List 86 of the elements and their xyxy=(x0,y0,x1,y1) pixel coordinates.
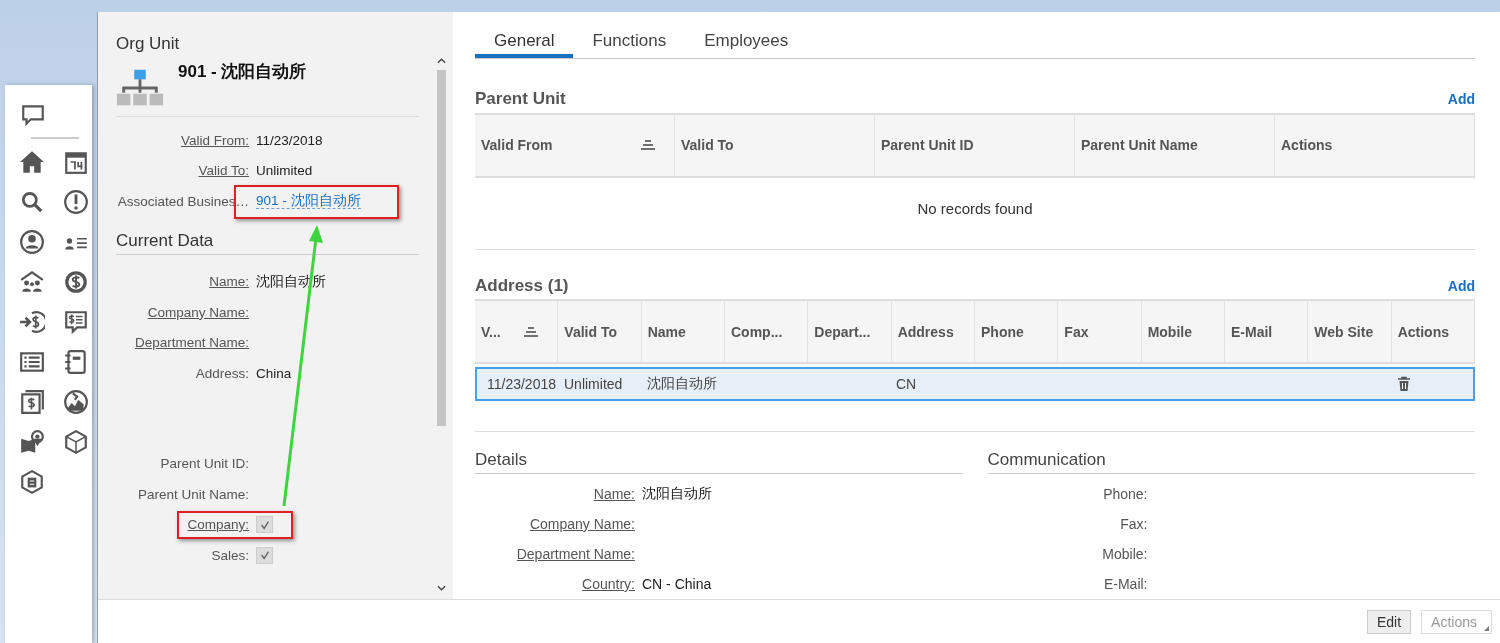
column-header[interactable]: Valid To xyxy=(675,114,875,176)
person-icon[interactable] xyxy=(19,229,45,255)
column-header[interactable]: Parent Unit ID xyxy=(875,114,1075,176)
chat-icon[interactable] xyxy=(20,102,46,128)
arrow-dollar-icon[interactable] xyxy=(19,309,45,335)
cube-document-icon[interactable] xyxy=(19,469,45,495)
dollar-coin-icon[interactable] xyxy=(63,269,89,295)
tab[interactable]: Employees xyxy=(685,24,808,58)
map-pin-icon[interactable] xyxy=(19,429,45,455)
cube-icon[interactable] xyxy=(63,429,89,455)
field-label[interactable]: Valid From: xyxy=(116,132,249,148)
dollar-note-icon[interactable] xyxy=(63,309,89,335)
field-label: Mobile: xyxy=(1101,546,1148,562)
column-header[interactable]: Web Site xyxy=(1308,301,1392,363)
field-label[interactable]: Company: xyxy=(116,517,249,533)
delete-icon[interactable] xyxy=(1396,376,1412,393)
field-label: E-Mail: xyxy=(1102,576,1148,592)
column-header[interactable]: Actions xyxy=(1391,301,1475,363)
column-header[interactable]: Depart... xyxy=(808,301,892,363)
org-chart-icon xyxy=(116,68,164,108)
column-header[interactable]: Address xyxy=(891,301,975,363)
scroll-up-icon[interactable] xyxy=(436,58,446,64)
column-header[interactable]: Fax xyxy=(1058,301,1142,363)
column-header[interactable]: Mobile xyxy=(1141,301,1225,363)
panel-title: Org Unit xyxy=(116,34,181,54)
field-label[interactable]: Name: xyxy=(475,486,635,502)
business-link[interactable]: 901 - 沈阳自动所 xyxy=(256,193,361,210)
column-header[interactable]: V... xyxy=(475,301,559,363)
field-value: CN - China xyxy=(642,576,712,592)
sort-icon[interactable] xyxy=(640,140,656,151)
table-cell: 11/23/2018 xyxy=(486,376,556,393)
field-label: Address: xyxy=(194,365,249,381)
home-icon[interactable] xyxy=(19,149,45,175)
tab[interactable]: General xyxy=(475,24,574,58)
field-label[interactable]: Department Name: xyxy=(475,546,635,562)
field-label: Sales: xyxy=(210,547,249,563)
field-label[interactable]: Company Name: xyxy=(116,304,249,320)
corner-icon xyxy=(1484,625,1489,631)
field-label[interactable]: Country: xyxy=(475,576,635,592)
notebook-icon[interactable] xyxy=(63,349,89,375)
column-header[interactable]: E-Mail xyxy=(1225,301,1309,363)
field-label[interactable]: Valid To: xyxy=(116,163,249,179)
people-house-icon[interactable] xyxy=(19,269,45,295)
field-value: China xyxy=(256,365,292,381)
section-title: Address (1) xyxy=(475,275,569,296)
scroll-down-icon[interactable] xyxy=(436,585,446,591)
checkbox[interactable] xyxy=(256,516,273,534)
field-label: Fax: xyxy=(1119,516,1148,532)
table-cell: CN xyxy=(896,376,917,393)
field-label[interactable]: Department Name: xyxy=(116,335,249,351)
column-header[interactable]: Comp... xyxy=(725,301,809,363)
column-header[interactable]: Name xyxy=(641,301,725,363)
table-row[interactable]: 11/23/2018 Unlimited 沈阳自动所 CN xyxy=(475,367,1475,401)
field-label[interactable]: Company Name: xyxy=(475,516,635,532)
sort-icon[interactable] xyxy=(523,326,540,337)
table-cell: 沈阳自动所 xyxy=(647,375,717,394)
column-header[interactable]: Phone xyxy=(975,301,1059,363)
checkmark-icon xyxy=(258,549,271,562)
column-header[interactable]: Parent Unit Name xyxy=(1075,114,1275,176)
add-link[interactable]: Add xyxy=(1447,277,1475,294)
table-cell: Unlimited xyxy=(564,376,623,393)
field-value: Unlimited xyxy=(256,163,313,179)
section-title: Parent Unit xyxy=(475,88,566,109)
tab[interactable]: Functions xyxy=(573,24,686,58)
section-title: Details xyxy=(475,450,963,474)
checkbox[interactable] xyxy=(256,546,273,564)
empty-message: No records found xyxy=(917,199,1033,217)
field-value: 沈阳自动所 xyxy=(642,485,712,501)
field-label: Phone: xyxy=(1102,486,1148,502)
alert-icon[interactable] xyxy=(63,189,89,215)
search-icon[interactable] xyxy=(19,189,45,215)
column-header[interactable]: Valid To xyxy=(558,301,642,363)
column-header[interactable]: Actions xyxy=(1275,114,1475,176)
section-title: Communication xyxy=(987,450,1475,474)
column-header[interactable]: Valid From xyxy=(475,114,675,176)
add-link[interactable]: Add xyxy=(1447,90,1475,107)
calendar-icon[interactable] xyxy=(63,149,89,175)
field-label[interactable]: Name: xyxy=(116,274,249,290)
edit-button[interactable]: Edit xyxy=(1366,609,1412,634)
unit-name: 901 - 沈阳自动所 xyxy=(178,61,307,83)
globe-icon[interactable] xyxy=(63,389,89,415)
field-label: Parent Unit Name: xyxy=(136,486,249,502)
dollar-document-icon[interactable] xyxy=(19,389,45,415)
field-label: Parent Unit ID: xyxy=(159,456,249,472)
field-value: 11/23/2018 xyxy=(256,132,323,148)
list-icon[interactable] xyxy=(19,349,45,375)
